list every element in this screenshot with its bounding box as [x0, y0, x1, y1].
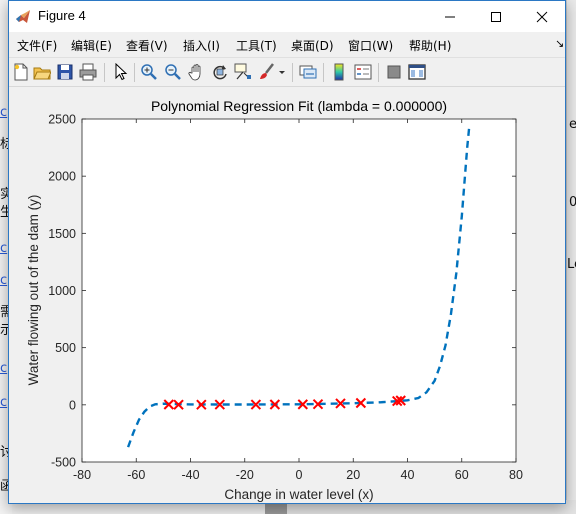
- x-tick-label: -80: [73, 468, 91, 482]
- bg-fragment: 0: [569, 195, 576, 210]
- background-right-panel: e 0 Le: [566, 0, 576, 514]
- save-icon[interactable]: [56, 63, 74, 81]
- brush-dropdown-icon[interactable]: [277, 63, 287, 81]
- window-title: Figure 4: [38, 8, 86, 23]
- figure-canvas[interactable]: -80 -60 -40 -20 0 20 40 60 80 -500 0 500 1000 1500 200…: [9, 87, 565, 503]
- close-icon: [536, 11, 548, 22]
- maximize-icon: [491, 11, 501, 22]
- title-bar[interactable]: Figure 4: [9, 1, 565, 32]
- y-tick-label: 1000: [48, 284, 76, 298]
- rotate-3d-icon[interactable]: [211, 63, 229, 81]
- menu-file[interactable]: 文件(F): [17, 37, 57, 54]
- menu-view[interactable]: 查看(V): [126, 37, 168, 54]
- toolbar-separator: [323, 63, 324, 82]
- bg-fragment: c: [0, 105, 8, 120]
- menu-help[interactable]: 帮助(H): [409, 37, 451, 54]
- y-tick-label: 2500: [48, 113, 76, 127]
- menu-window[interactable]: 窗口(W): [348, 37, 393, 54]
- open-file-icon[interactable]: [33, 63, 52, 81]
- zoom-in-icon[interactable]: [140, 63, 158, 81]
- x-tick-label: -60: [127, 468, 145, 482]
- colorbar-icon[interactable]: [330, 63, 348, 81]
- x-tick-label: -40: [181, 468, 199, 482]
- regression-plot[interactable]: -80 -60 -40 -20 0 20 40 60 80 -500 0 500 1000 1500 200…: [9, 87, 565, 503]
- matlab-icon: [15, 9, 31, 25]
- pan-hand-icon[interactable]: [188, 63, 206, 81]
- y-tick-label: 0: [69, 398, 76, 412]
- bg-fragment: Le: [567, 257, 576, 272]
- bg-fragment: e: [569, 117, 576, 132]
- minimize-button[interactable]: [427, 1, 473, 32]
- toolbar-separator: [134, 63, 135, 82]
- menu-bar: 文件(F) 编辑(E) 查看(V) 插入(I) 工具(T) 桌面(D) 窗口(W…: [9, 32, 565, 56]
- y-tick-label: 2000: [48, 170, 76, 184]
- print-icon[interactable]: [79, 63, 97, 81]
- menu-edit[interactable]: 编辑(E): [71, 37, 112, 54]
- x-tick-label: 0: [296, 468, 303, 482]
- figure-toolbar: [9, 57, 565, 87]
- zoom-out-icon[interactable]: [164, 63, 182, 81]
- menu-desktop[interactable]: 桌面(D): [291, 37, 334, 54]
- x-axis-label: Change in water level (x): [224, 487, 373, 502]
- figure-window: Figure 4 文件(F) 编辑(E) 查看(V) 插入(I) 工具(T) 桌…: [8, 0, 566, 504]
- minimize-icon: [445, 16, 455, 17]
- show-plot-tools-icon[interactable]: [408, 63, 426, 81]
- x-tick-label: 40: [401, 468, 415, 482]
- x-tick-label: 20: [346, 468, 360, 482]
- new-figure-icon[interactable]: [12, 63, 30, 81]
- toolbar-separator: [104, 63, 105, 82]
- y-tick-label: -500: [51, 456, 76, 470]
- legend-icon[interactable]: [354, 63, 372, 81]
- x-tick-label: -20: [236, 468, 254, 482]
- toolbar-separator: [378, 63, 379, 82]
- menu-insert[interactable]: 插入(I): [183, 37, 220, 54]
- edit-plot-arrow-icon[interactable]: [111, 62, 129, 81]
- bg-fragment: c: [0, 361, 8, 376]
- chart-title: Polynomial Regression Fit (lambda = 0.00…: [151, 98, 447, 114]
- bg-fragment: c: [0, 395, 8, 410]
- bg-fragment: c: [0, 273, 8, 288]
- bg-fragment: c: [0, 241, 8, 256]
- maximize-button[interactable]: [473, 1, 519, 32]
- y-axis-label: Water flowing out of the dam (y): [26, 195, 41, 386]
- close-button[interactable]: [519, 1, 565, 32]
- toolbar-separator: [292, 63, 293, 82]
- y-tick-label: 500: [55, 341, 76, 355]
- link-plot-icon[interactable]: [299, 63, 317, 81]
- brush-icon[interactable]: [258, 63, 276, 81]
- x-tick-label: 60: [455, 468, 469, 482]
- menu-tools[interactable]: 工具(T): [236, 37, 277, 54]
- x-tick-label: 80: [509, 468, 523, 482]
- menu-overflow-icon[interactable]: ↘: [555, 37, 564, 50]
- hide-plot-tools-icon[interactable]: [385, 63, 403, 81]
- y-tick-label: 1500: [48, 227, 76, 241]
- data-cursor-icon[interactable]: [234, 63, 252, 81]
